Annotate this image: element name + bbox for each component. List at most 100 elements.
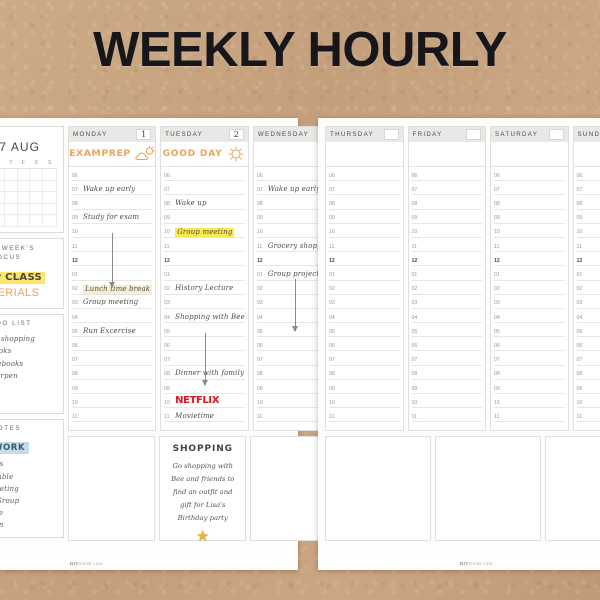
hour-entry-text[interactable]: Run Excercise — [83, 327, 136, 337]
day-number-box[interactable] — [383, 129, 399, 140]
hour-row[interactable]: 06 — [411, 167, 482, 182]
mini-calendar-cell[interactable] — [16, 214, 30, 227]
hour-row[interactable]: 11 — [576, 408, 600, 423]
hour-row[interactable]: 03 — [576, 295, 600, 309]
hour-row[interactable]: 01 — [576, 266, 600, 281]
day-number-box[interactable] — [466, 129, 481, 140]
day-column-tuesday[interactable]: TUESDAY 2 GOOD DAY 06 07 08 Wake up 09 10 Group m… — [160, 126, 249, 431]
mini-calendar-cell[interactable] — [4, 191, 18, 204]
hour-row[interactable]: 04 — [411, 309, 482, 324]
hour-row[interactable]: 09 — [576, 210, 600, 224]
hour-row[interactable]: 06 — [164, 167, 245, 182]
day-number-box[interactable]: 2 — [228, 129, 244, 140]
hour-grid[interactable]: 06 07 08 09 10 11 12 01 02 03 04 05 06 07 08 09 10 11 — [326, 167, 403, 430]
hour-row[interactable]: 01 — [329, 266, 400, 281]
mini-calendar-cell[interactable] — [16, 191, 30, 204]
hour-row[interactable]: 01 — [164, 266, 245, 281]
todo-item[interactable]: Read books — [0, 345, 55, 358]
hour-row[interactable]: 02 — [494, 281, 565, 295]
hour-row[interactable]: 05 — [494, 323, 565, 338]
hour-row[interactable]: 05 — [576, 323, 600, 338]
hour-row[interactable]: 02 — [411, 281, 482, 295]
hour-grid[interactable]: 06 07 08 09 10 11 12 01 02 03 04 05 06 07 08 09 10 11 — [491, 167, 568, 430]
hour-row[interactable]: 09 Study for exam — [72, 210, 153, 224]
hour-row[interactable]: 12 — [576, 252, 600, 267]
hour-row[interactable]: 04 — [576, 309, 600, 324]
hour-row[interactable]: 06 — [576, 337, 600, 352]
hour-row[interactable]: 08 — [329, 195, 400, 210]
hour-row[interactable]: 11 — [329, 238, 400, 253]
hour-row[interactable]: 06 — [411, 337, 482, 352]
hour-row[interactable]: 06 — [329, 167, 400, 182]
hour-row[interactable]: 06 — [72, 337, 153, 352]
hour-row[interactable]: 11 — [329, 408, 400, 423]
note-boxes-right[interactable] — [325, 436, 600, 541]
hour-entry-text[interactable]: Dinner with family — [175, 369, 244, 379]
day-mood-row[interactable] — [573, 142, 600, 167]
mini-calendar-cell[interactable] — [42, 214, 57, 227]
hour-row[interactable]: 11 — [72, 408, 153, 423]
hour-row[interactable]: 03 — [494, 295, 565, 309]
hour-row[interactable]: 05 — [329, 323, 400, 338]
todo-item[interactable]: Grocery shopping — [0, 332, 55, 345]
day-column-monday[interactable]: MONDAY 1 EXAMPREP 06 07 Wake up early 08 09 Stud… — [68, 126, 157, 431]
hour-row[interactable]: 08 — [576, 366, 600, 380]
todo-item[interactable] — [0, 382, 55, 395]
day-column-friday[interactable]: FRIDAY 06 07 08 09 10 11 12 01 02 03 04 05 06 07 08 09 10… — [407, 126, 486, 431]
note-box[interactable] — [68, 436, 156, 541]
hour-row[interactable]: 05 — [411, 323, 482, 338]
hour-row[interactable]: 03 — [411, 295, 482, 309]
hour-entry-text[interactable]: Group meeting — [175, 227, 235, 237]
hour-entry-text[interactable]: Group meeting — [83, 298, 138, 308]
hour-row[interactable]: 02 History Lecture — [164, 281, 245, 295]
hour-row[interactable]: 11 Movietime — [164, 408, 245, 423]
hour-row[interactable]: 09 — [411, 210, 482, 224]
todo-item[interactable] — [0, 395, 55, 408]
day-column-thursday[interactable]: THURSDAY 06 07 08 09 10 11 12 01 02 03 04 05 06 07 08 09… — [325, 126, 404, 431]
hour-row[interactable]: 07 Wake up early — [72, 181, 153, 196]
hour-grid[interactable]: 06 07 08 Wake up 09 10 Group meeting 11 12 01 02 Hi… — [161, 167, 248, 430]
todo-item[interactable]: Buy colorpen — [0, 370, 55, 383]
hour-row[interactable]: 07 — [494, 351, 565, 366]
day-mood-row[interactable] — [491, 142, 568, 167]
hour-row[interactable]: 08 — [329, 366, 400, 380]
mini-calendar-cell[interactable] — [28, 202, 44, 215]
hour-row[interactable]: 10 — [494, 224, 565, 238]
mini-calendar-cell[interactable] — [42, 168, 57, 181]
hour-row[interactable]: 01 — [494, 266, 565, 281]
mini-calendar-body[interactable] — [0, 168, 57, 227]
hour-row[interactable]: 12 — [411, 252, 482, 267]
note-box[interactable] — [545, 436, 600, 541]
note-boxes-left[interactable]: SHOPPING Go shopping with Bee and friends … — [68, 436, 338, 544]
hour-row[interactable]: 03 Group meeting — [72, 295, 153, 309]
hour-row[interactable]: 12 — [329, 252, 400, 267]
day-columns-left[interactable]: MONDAY 1 EXAMPREP 06 07 Wake up early 08 09 Stud… — [68, 126, 338, 431]
note-box[interactable] — [325, 436, 431, 541]
hour-row[interactable]: 11 — [164, 238, 245, 253]
hour-row[interactable]: 08 — [72, 195, 153, 210]
hour-entry-text[interactable]: Wake up — [175, 199, 206, 209]
mini-calendar-cell[interactable] — [16, 179, 30, 192]
hour-row[interactable]: 11 — [411, 238, 482, 253]
hour-row[interactable]: 09 — [329, 210, 400, 224]
hour-row[interactable]: 09 — [494, 210, 565, 224]
hour-row[interactable]: 11 — [494, 408, 565, 423]
mini-calendar-cell[interactable] — [42, 179, 57, 192]
todo-list[interactable]: Grocery shopping Read books Buy notebooks B… — [0, 330, 63, 413]
mini-calendar-cell[interactable] — [42, 191, 57, 204]
hour-entry-text[interactable]: Shopping with Bee — [175, 313, 245, 323]
hour-row[interactable]: 07 — [329, 351, 400, 366]
hour-row[interactable]: 06 — [329, 337, 400, 352]
day-mood-row[interactable] — [326, 142, 403, 167]
hour-row[interactable]: 08 Wake up — [164, 195, 245, 210]
day-column-sunday[interactable]: SUNDAY 06 07 08 09 10 11 12 01 02 03 04 05 06 07 08 09 10… — [572, 126, 600, 431]
todo-item[interactable]: Buy notebooks — [0, 357, 55, 370]
hour-row[interactable]: 07 — [494, 181, 565, 196]
day-mood-row[interactable] — [408, 142, 485, 167]
hour-row[interactable]: 11 — [576, 238, 600, 253]
hour-row[interactable]: 02 — [329, 281, 400, 295]
mini-calendar-cell[interactable] — [42, 202, 57, 215]
hour-row[interactable]: 10 — [329, 394, 400, 409]
mini-calendar-cell[interactable] — [28, 214, 44, 227]
hour-row[interactable]: 09 — [411, 380, 482, 394]
